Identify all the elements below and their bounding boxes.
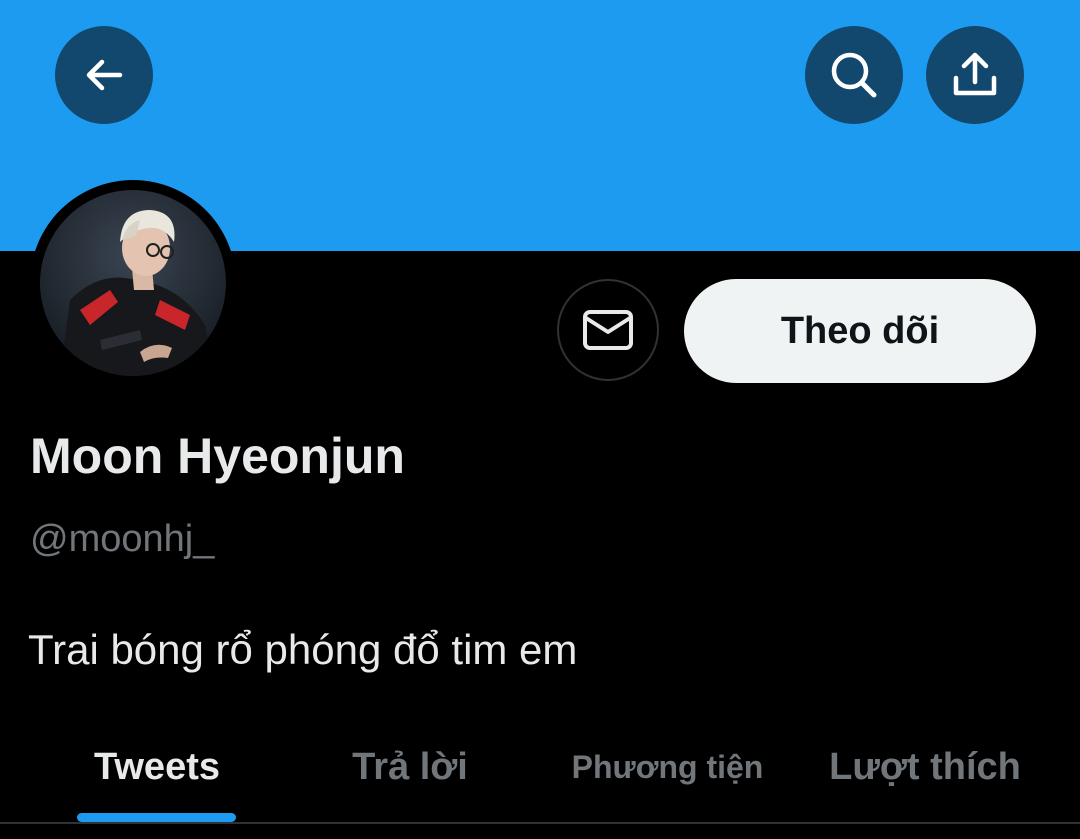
back-button[interactable] [55,26,153,124]
message-button[interactable] [557,279,659,381]
profile-avatar-photo [40,190,226,376]
tab-likes[interactable]: Lượt thích [805,712,1045,822]
avatar[interactable] [40,190,226,376]
display-name: Moon Hyeonjun [30,428,405,484]
avatar-border [30,180,236,386]
profile-tabs: Tweets Trả lời Phương tiện Lượt thích [0,712,1080,822]
user-handle: @moonhj_ [30,518,215,560]
active-tab-indicator [77,813,236,822]
search-button[interactable] [805,26,903,124]
profile-page: Theo dõi Moon Hyeonjun @moonhj_ Trai bón… [0,0,1080,839]
search-icon [831,52,877,98]
follow-button[interactable]: Theo dõi [684,279,1036,383]
tab-replies[interactable]: Trả lời [290,712,530,822]
profile-bio: Trai bóng rổ phóng đổ tim em [28,626,578,673]
arrow-left-icon [86,59,123,91]
tabs-divider [0,822,1080,824]
envelope-icon [583,310,633,350]
share-upload-icon [953,52,997,96]
share-button[interactable] [926,26,1024,124]
tab-tweets[interactable]: Tweets [40,712,274,822]
tab-media[interactable]: Phương tiện [545,712,790,822]
